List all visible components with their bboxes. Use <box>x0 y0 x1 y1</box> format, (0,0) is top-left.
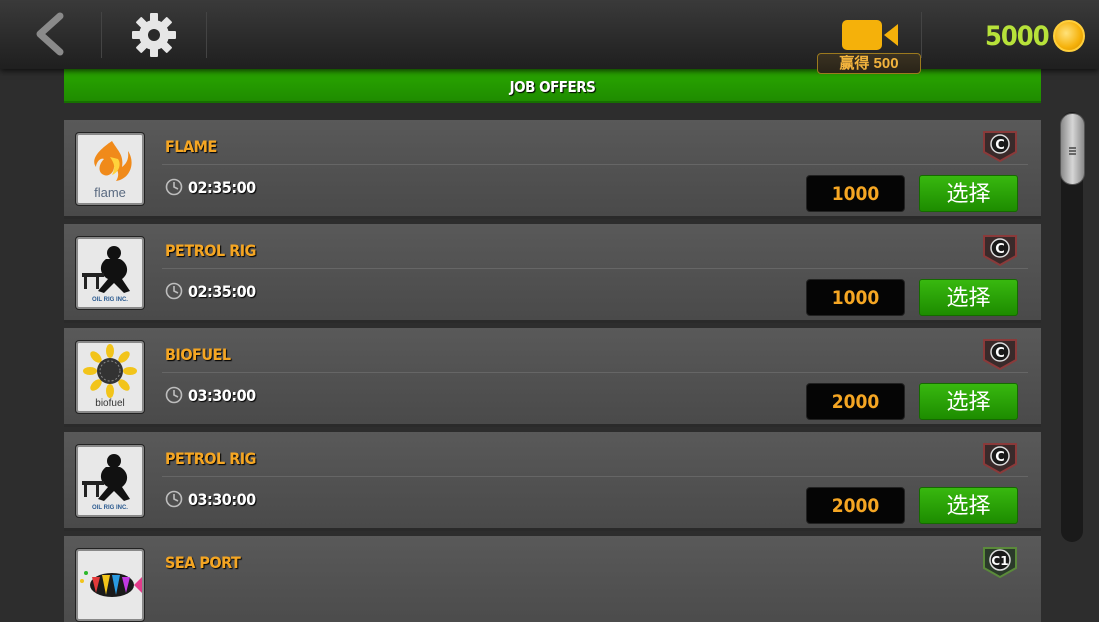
flame-logo: flame <box>76 133 144 205</box>
reward-amount: 1000 <box>806 279 905 316</box>
svg-text:C: C <box>995 242 1005 257</box>
flame-logo-text: flame <box>94 185 126 200</box>
job-card[interactable]: SEA PORT C1 <box>64 536 1041 622</box>
chevron-left-icon <box>36 12 64 56</box>
job-card[interactable]: OIL RIG INC. PETROL RIG 03:30:00 C 2000 … <box>64 432 1041 531</box>
settings-button[interactable] <box>130 11 178 59</box>
oil-rig-logo-text: OIL RIG INC. <box>92 297 128 303</box>
class-c-badge-icon: C <box>983 235 1017 266</box>
job-card[interactable]: OIL RIG INC. PETROL RIG 02:35:00 C 1000 … <box>64 224 1041 323</box>
divider <box>162 372 1028 373</box>
clock-icon <box>165 490 183 508</box>
job-list: flame FLAME 02:35:00 C 1000 选择 OIL RIG I… <box>64 120 1041 622</box>
reward-amount: 2000 <box>806 383 905 420</box>
job-card[interactable]: flame FLAME 02:35:00 C 1000 选择 <box>64 120 1041 219</box>
job-duration: 03:30:00 <box>188 490 256 509</box>
divider <box>162 268 1028 269</box>
game-screen: 赢得 500 5000 JOB OFFERS flame FLAME 02:35… <box>0 0 1099 622</box>
back-button[interactable] <box>30 12 72 56</box>
svg-text:C: C <box>995 346 1005 361</box>
coin-amount: 5000 <box>985 20 1050 52</box>
biofuel-logo-text: biofuel <box>95 398 124 409</box>
job-offers-header: JOB OFFERS <box>64 69 1041 103</box>
job-duration: 02:35:00 <box>188 178 256 197</box>
clock-icon <box>165 178 183 196</box>
sea-port-logo <box>76 549 144 621</box>
select-job-button[interactable]: 选择 <box>919 279 1018 316</box>
clock-icon <box>165 386 183 404</box>
clock-icon <box>165 282 183 300</box>
video-reward-label: 赢得 500 <box>817 53 921 74</box>
class-c-badge-icon: C <box>983 131 1017 162</box>
grip-icon <box>1069 147 1076 155</box>
coin-balance: 5000 <box>985 16 1085 56</box>
divider <box>162 164 1028 165</box>
svg-text:C1: C1 <box>991 554 1008 568</box>
job-name: SEA PORT <box>165 553 241 572</box>
top-bar: 赢得 500 5000 <box>0 0 1099 74</box>
divider <box>921 12 922 58</box>
job-name: FLAME <box>165 137 217 156</box>
divider <box>206 12 207 58</box>
select-job-button[interactable]: 选择 <box>919 383 1018 420</box>
select-job-button[interactable]: 选择 <box>919 175 1018 212</box>
job-duration: 02:35:00 <box>188 282 256 301</box>
job-name: PETROL RIG <box>165 241 256 260</box>
select-job-button[interactable]: 选择 <box>919 487 1018 524</box>
class-c-badge-icon: C <box>983 339 1017 370</box>
class-c-badge-icon: C <box>983 443 1017 474</box>
oil-rig-logo: OIL RIG INC. <box>76 445 144 517</box>
gear-icon <box>132 13 176 57</box>
reward-amount: 2000 <box>806 487 905 524</box>
svg-text:C: C <box>995 138 1005 153</box>
job-name: BIOFUEL <box>165 345 231 364</box>
reward-amount: 1000 <box>806 175 905 212</box>
oil-rig-logo-text: OIL RIG INC. <box>92 505 128 511</box>
biofuel-logo: biofuel <box>76 341 144 413</box>
scrollbar-thumb[interactable] <box>1060 113 1085 185</box>
oil-rig-logo: OIL RIG INC. <box>76 237 144 309</box>
job-card[interactable]: biofuel BIOFUEL 03:30:00 C 2000 选择 <box>64 328 1041 427</box>
svg-text:C: C <box>995 450 1005 465</box>
divider <box>162 476 1028 477</box>
divider <box>101 12 102 58</box>
watch-video-reward-button[interactable]: 赢得 500 <box>817 16 921 74</box>
video-camera-icon <box>842 20 898 50</box>
class-c1-badge-icon: C1 <box>983 547 1017 578</box>
job-duration: 03:30:00 <box>188 386 256 405</box>
coin-icon <box>1052 20 1085 52</box>
job-name: PETROL RIG <box>165 449 256 468</box>
